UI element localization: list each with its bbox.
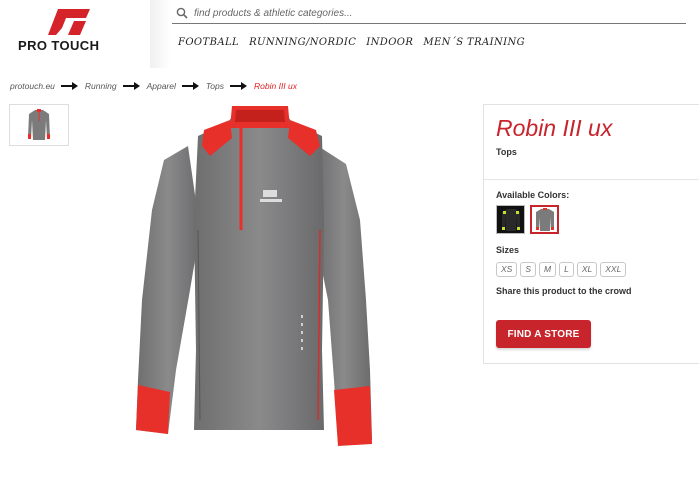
arrow-right-icon [181, 82, 200, 90]
arrow-right-icon [60, 82, 79, 90]
sizes-label: Sizes [496, 245, 520, 255]
search-input[interactable] [194, 5, 674, 21]
pro-touch-logo-icon [48, 9, 90, 35]
breadcrumb: protouch.eu Running Apparel Tops Robin I… [10, 81, 297, 91]
share-label[interactable]: Share this product to the crowd [496, 286, 632, 296]
nav-item-running-nordic[interactable]: RUNNING/NORDIC [249, 37, 356, 48]
size-option-xs[interactable]: XS [496, 262, 518, 277]
product-category: Tops [496, 147, 517, 157]
logo[interactable]: PRO TOUCH [0, 0, 160, 68]
breadcrumb-running[interactable]: Running [85, 81, 117, 91]
nav-item-football[interactable]: FOOTBALL [178, 37, 239, 48]
breadcrumb-home[interactable]: protouch.eu [10, 81, 55, 91]
shirt-thumbnail-image [28, 109, 50, 140]
main-nav: FOOTBALL RUNNING/NORDIC INDOOR MEN´S TRA… [178, 37, 525, 48]
color-swatch-black[interactable] [496, 205, 525, 234]
site-header: PRO TOUCH FOOTBALL RUNNING/NORDIC INDOOR… [0, 0, 699, 68]
nav-item-mens-training[interactable]: MEN´S TRAINING [423, 37, 525, 48]
divider [484, 179, 699, 180]
brand-name: PRO TOUCH [18, 38, 100, 53]
search-bar[interactable] [172, 4, 686, 24]
product-thumbnail[interactable] [9, 104, 69, 146]
size-option-xl[interactable]: XL [576, 262, 598, 277]
size-option-m[interactable]: M [539, 262, 557, 277]
product-details-panel: Robin III ux Tops Available Colors: Size… [483, 104, 699, 364]
product-image [136, 106, 372, 446]
color-swatch-grey-red[interactable] [530, 205, 559, 234]
shirt-black-image [501, 208, 520, 231]
breadcrumb-current: Robin III ux [254, 81, 298, 91]
color-swatches [496, 205, 559, 234]
find-a-store-button[interactable]: FIND A STORE [496, 320, 591, 348]
header-shadow [150, 0, 170, 68]
breadcrumb-tops[interactable]: Tops [206, 81, 224, 91]
colors-label: Available Colors: [496, 190, 570, 200]
arrow-right-icon [230, 82, 248, 90]
shirt-grey-image [535, 207, 554, 231]
product-title: Robin III ux [496, 115, 613, 141]
search-icon[interactable] [176, 7, 188, 19]
size-option-s[interactable]: S [520, 262, 537, 277]
size-option-xxl[interactable]: XXL [600, 262, 627, 277]
size-option-l[interactable]: L [559, 262, 574, 277]
arrow-right-icon [122, 82, 141, 90]
breadcrumb-apparel[interactable]: Apparel [147, 81, 176, 91]
nav-item-indoor[interactable]: INDOOR [366, 37, 413, 48]
size-options: XS S M L XL XXL [496, 262, 627, 277]
